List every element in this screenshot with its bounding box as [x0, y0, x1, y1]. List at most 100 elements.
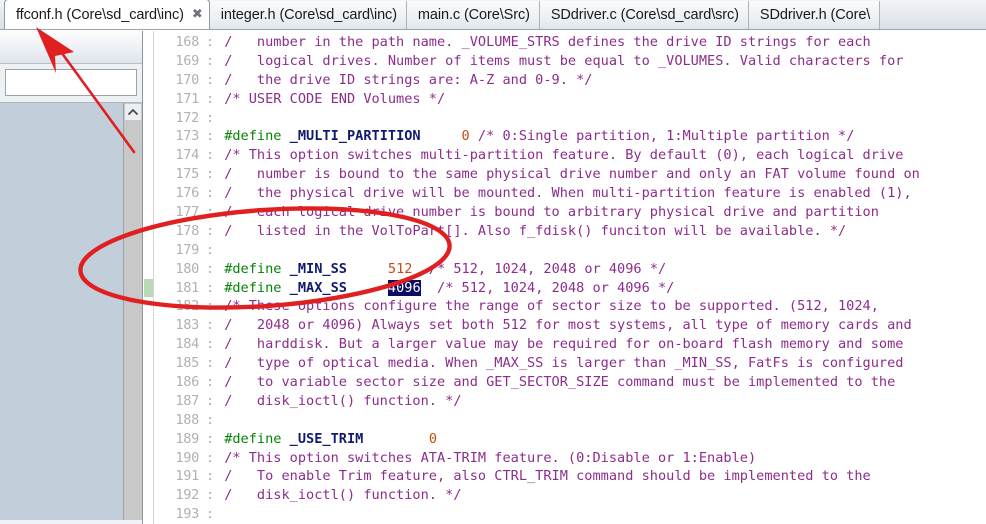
- code-line-text[interactable]: #define _MIN_SS 512 /* 512, 1024, 2048 o…: [216, 260, 986, 279]
- code-line-text[interactable]: #define _MAX_SS 4096 /* 512, 1024, 2048 …: [216, 279, 986, 298]
- line-number: 182: [175, 298, 199, 315]
- code-token: /* This option switches multi-partition …: [224, 147, 904, 164]
- code-token: #define: [224, 260, 290, 277]
- line-number: 192: [175, 487, 199, 504]
- code-line[interactable]: 178: / listed in the VolToPart[]. Also f…: [154, 222, 986, 241]
- line-number-colon: :: [206, 449, 214, 466]
- code-line-text[interactable]: / number in the path name. _VOLUME_STRS …: [216, 33, 986, 52]
- code-line-text[interactable]: [216, 241, 986, 260]
- code-line-text[interactable]: / each logical drive number is bound to …: [216, 203, 986, 222]
- code-line-text[interactable]: /* USER CODE END Volumes */: [216, 90, 986, 109]
- code-line[interactable]: 176: / the physical drive will be mounte…: [154, 184, 986, 203]
- code-line-text[interactable]: / 2048 or 4096) Always set both 512 for …: [216, 316, 986, 335]
- code-line[interactable]: 173: #define _MULTI_PARTITION 0 /* 0:Sin…: [154, 127, 986, 146]
- code-line[interactable]: 191: / To enable Trim feature, also CTRL…: [154, 467, 986, 486]
- tab-close-icon[interactable]: ✖: [192, 8, 203, 21]
- code-line-text[interactable]: / harddisk. But a larger value may be re…: [216, 335, 986, 354]
- code-line[interactable]: 180: #define _MIN_SS 512 /* 512, 1024, 2…: [154, 260, 986, 279]
- line-number: 183: [175, 317, 199, 334]
- code-text-viewport[interactable]: 168: / number in the path name. _VOLUME_…: [154, 31, 986, 524]
- code-line[interactable]: 172:: [154, 109, 986, 128]
- line-number-colon: :: [206, 487, 214, 504]
- sidebar-search-row: [0, 64, 142, 103]
- code-line-text[interactable]: / listed in the VolToPart[]. Also f_fdis…: [216, 222, 986, 241]
- code-line-text[interactable]: / to variable sector size and GET_SECTOR…: [216, 373, 986, 392]
- code-token: /* These options configure the range of …: [224, 298, 879, 315]
- line-number: 190: [175, 449, 199, 466]
- code-line-text[interactable]: / type of optical media. When _MAX_SS is…: [216, 354, 986, 373]
- code-line[interactable]: 184: / harddisk. But a larger value may …: [154, 335, 986, 354]
- sidebar-search-input[interactable]: [5, 69, 137, 96]
- code-token: / disk_ioctl() function. */: [224, 392, 462, 409]
- line-number-colon: :: [206, 185, 214, 202]
- code-token: _MULTI_PARTITION: [289, 128, 421, 145]
- line-number-colon: :: [206, 355, 214, 372]
- code-line-text[interactable]: #define _MULTI_PARTITION 0 /* 0:Single p…: [216, 127, 986, 146]
- code-line-text[interactable]: [216, 109, 986, 128]
- code-token: /* 512, 1024, 2048 or 4096 */: [412, 260, 667, 277]
- code-token: / number in the path name. _VOLUME_STRS …: [224, 34, 871, 50]
- line-number-colon: :: [206, 128, 214, 145]
- sidebar-tree-area: [0, 103, 142, 520]
- code-line[interactable]: 168: / number in the path name. _VOLUME_…: [154, 33, 986, 52]
- editor-tab-4[interactable]: SDdriver.h (Core\: [748, 1, 881, 29]
- code-token: _USE_TRIM: [289, 430, 364, 447]
- code-line[interactable]: 181: #define _MAX_SS 4096 /* 512, 1024, …: [154, 279, 986, 298]
- code-line-text[interactable]: / number is bound to the same physical d…: [216, 165, 986, 184]
- code-line[interactable]: 169: / logical drives. Number of items m…: [154, 52, 986, 71]
- code-line-text[interactable]: / the physical drive will be mounted. Wh…: [216, 184, 986, 203]
- code-token: / logical drives. Number of items must b…: [224, 52, 904, 69]
- line-number: 170: [175, 71, 199, 88]
- code-line-text[interactable]: / the drive ID strings are: A-Z and 0-9.…: [216, 71, 986, 90]
- code-line-text[interactable]: /* These options configure the range of …: [216, 297, 986, 316]
- editor-tab-1[interactable]: integer.h (Core\sd_card\inc): [209, 1, 407, 29]
- line-number-colon: :: [206, 506, 214, 523]
- code-line-text[interactable]: /* This option switches multi-partition …: [216, 146, 986, 165]
- code-line-text[interactable]: [216, 505, 986, 524]
- code-token: _MIN_SS: [289, 260, 347, 277]
- code-line[interactable]: 174: /* This option switches multi-parti…: [154, 146, 986, 165]
- code-line-text[interactable]: / To enable Trim feature, also CTRL_TRIM…: [216, 467, 986, 486]
- line-number: 172: [175, 109, 199, 126]
- code-line[interactable]: 193:: [154, 505, 986, 524]
- editor-tab-3[interactable]: SDdriver.c (Core\sd_card\src): [539, 1, 749, 29]
- code-token: / To enable Trim feature, also CTRL_TRIM…: [224, 468, 871, 485]
- code-line[interactable]: 179:: [154, 241, 986, 260]
- editor-tab-2[interactable]: main.c (Core\Src): [406, 1, 540, 29]
- code-line-text[interactable]: / disk_ioctl() function. */: [216, 486, 986, 505]
- line-number-colon: :: [206, 468, 214, 485]
- line-number: 179: [175, 241, 199, 258]
- code-token: 0: [461, 128, 470, 145]
- code-line[interactable]: 170: / the drive ID strings are: A-Z and…: [154, 71, 986, 90]
- code-line-text[interactable]: [216, 411, 986, 430]
- code-line[interactable]: 190: /* This option switches ATA-TRIM fe…: [154, 449, 986, 468]
- editor-tab-0[interactable]: ffconf.h (Core\sd_card\inc) ✖: [4, 0, 210, 29]
- code-line[interactable]: 182: /* These options configure the rang…: [154, 297, 986, 316]
- code-line[interactable]: 188:: [154, 411, 986, 430]
- code-line[interactable]: 187: / disk_ioctl() function. */: [154, 392, 986, 411]
- code-line-text[interactable]: / logical drives. Number of items must b…: [216, 52, 986, 71]
- ide-window: ffconf.h (Core\sd_card\inc) ✖ integer.h (C…: [0, 0, 986, 524]
- sidebar-vertical-scrollbar[interactable]: [124, 103, 142, 520]
- code-line[interactable]: 177: / each logical drive number is boun…: [154, 203, 986, 222]
- line-number: 188: [175, 411, 199, 428]
- code-line[interactable]: 186: / to variable sector size and GET_S…: [154, 373, 986, 392]
- code-line[interactable]: 183: / 2048 or 4096) Always set both 512…: [154, 316, 986, 335]
- code-token: / harddisk. But a larger value may be re…: [224, 336, 904, 353]
- code-line-text[interactable]: /* This option switches ATA-TRIM feature…: [216, 449, 986, 468]
- code-editor-area[interactable]: 168: / number in the path name. _VOLUME_…: [144, 31, 986, 524]
- code-token: 0: [428, 430, 438, 447]
- code-line[interactable]: 185: / type of optical media. When _MAX_…: [154, 354, 986, 373]
- editor-tab-label: SDdriver.h (Core\: [759, 7, 871, 23]
- code-line-text[interactable]: #define _USE_TRIM 0: [216, 430, 986, 449]
- code-line[interactable]: 189: #define _USE_TRIM 0: [154, 430, 986, 449]
- scrollbar-track[interactable]: [124, 121, 142, 520]
- code-line[interactable]: 192: / disk_ioctl() function. */: [154, 486, 986, 505]
- scroll-up-arrow-icon[interactable]: [124, 103, 142, 121]
- code-token: / to variable sector size and GET_SECTOR…: [224, 374, 896, 391]
- sidebar-tree-list[interactable]: [0, 103, 124, 520]
- code-line[interactable]: 175: / number is bound to the same physi…: [154, 165, 986, 184]
- code-line-text[interactable]: / disk_ioctl() function. */: [216, 392, 986, 411]
- code-line[interactable]: 171: /* USER CODE END Volumes */: [154, 90, 986, 109]
